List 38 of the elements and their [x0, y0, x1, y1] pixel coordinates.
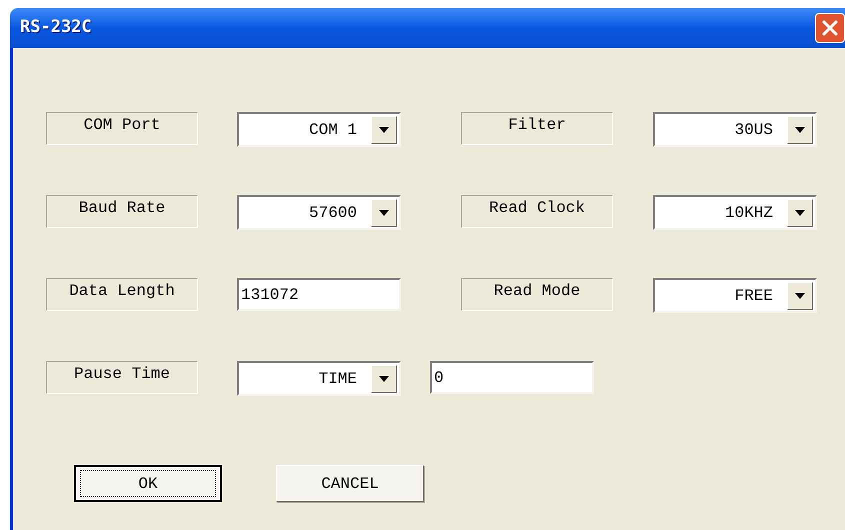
- dropdown[interactable]: COM 1: [237, 112, 401, 147]
- dropdown-value: 10KHZ: [724, 202, 774, 224]
- field-label: Pause Time: [46, 361, 198, 394]
- caret-icon: [795, 292, 805, 298]
- caret-icon: [795, 210, 805, 216]
- dialog-button[interactable]: CANCEL: [276, 465, 424, 502]
- dropdown[interactable]: 30US: [653, 112, 817, 147]
- dropdown-arrow-button[interactable]: [371, 198, 397, 226]
- dropdown[interactable]: FREE: [653, 278, 817, 313]
- dropdown-value: COM 1: [308, 120, 358, 140]
- dropdown[interactable]: 57600: [237, 195, 401, 230]
- caret-icon: [379, 210, 389, 216]
- close-button[interactable]: [815, 13, 845, 43]
- dropdown-value: FREE: [734, 286, 774, 306]
- dropdown-arrow-button[interactable]: [787, 282, 813, 310]
- input-field[interactable]: 131072: [237, 278, 401, 311]
- dropdown-value: 57600: [308, 202, 358, 224]
- caret-icon: [379, 376, 389, 382]
- dropdown[interactable]: 10KHZ: [653, 195, 817, 230]
- dropdown-arrow-button[interactable]: [371, 364, 397, 392]
- close-icon: [821, 19, 839, 37]
- field-label: COM Port: [46, 112, 198, 145]
- field-label: Filter: [461, 112, 613, 145]
- dialog-button[interactable]: OK: [74, 465, 222, 502]
- dropdown-arrow-button[interactable]: [787, 198, 813, 226]
- dropdown-arrow-button[interactable]: [371, 116, 397, 144]
- field-label: Read Mode: [461, 278, 613, 311]
- input-field[interactable]: 0: [430, 361, 594, 394]
- dropdown-value: 30US: [734, 120, 774, 140]
- caret-icon: [795, 126, 805, 132]
- caret-icon: [379, 126, 389, 132]
- field-label: Data Length: [46, 278, 198, 311]
- window-title: RS-232C: [20, 16, 92, 40]
- field-label: Baud Rate: [46, 195, 198, 228]
- dropdown-value: TIME: [318, 368, 358, 390]
- dropdown-arrow-button[interactable]: [787, 116, 813, 144]
- dropdown[interactable]: TIME: [237, 361, 401, 396]
- field-label: Read Clock: [461, 195, 613, 228]
